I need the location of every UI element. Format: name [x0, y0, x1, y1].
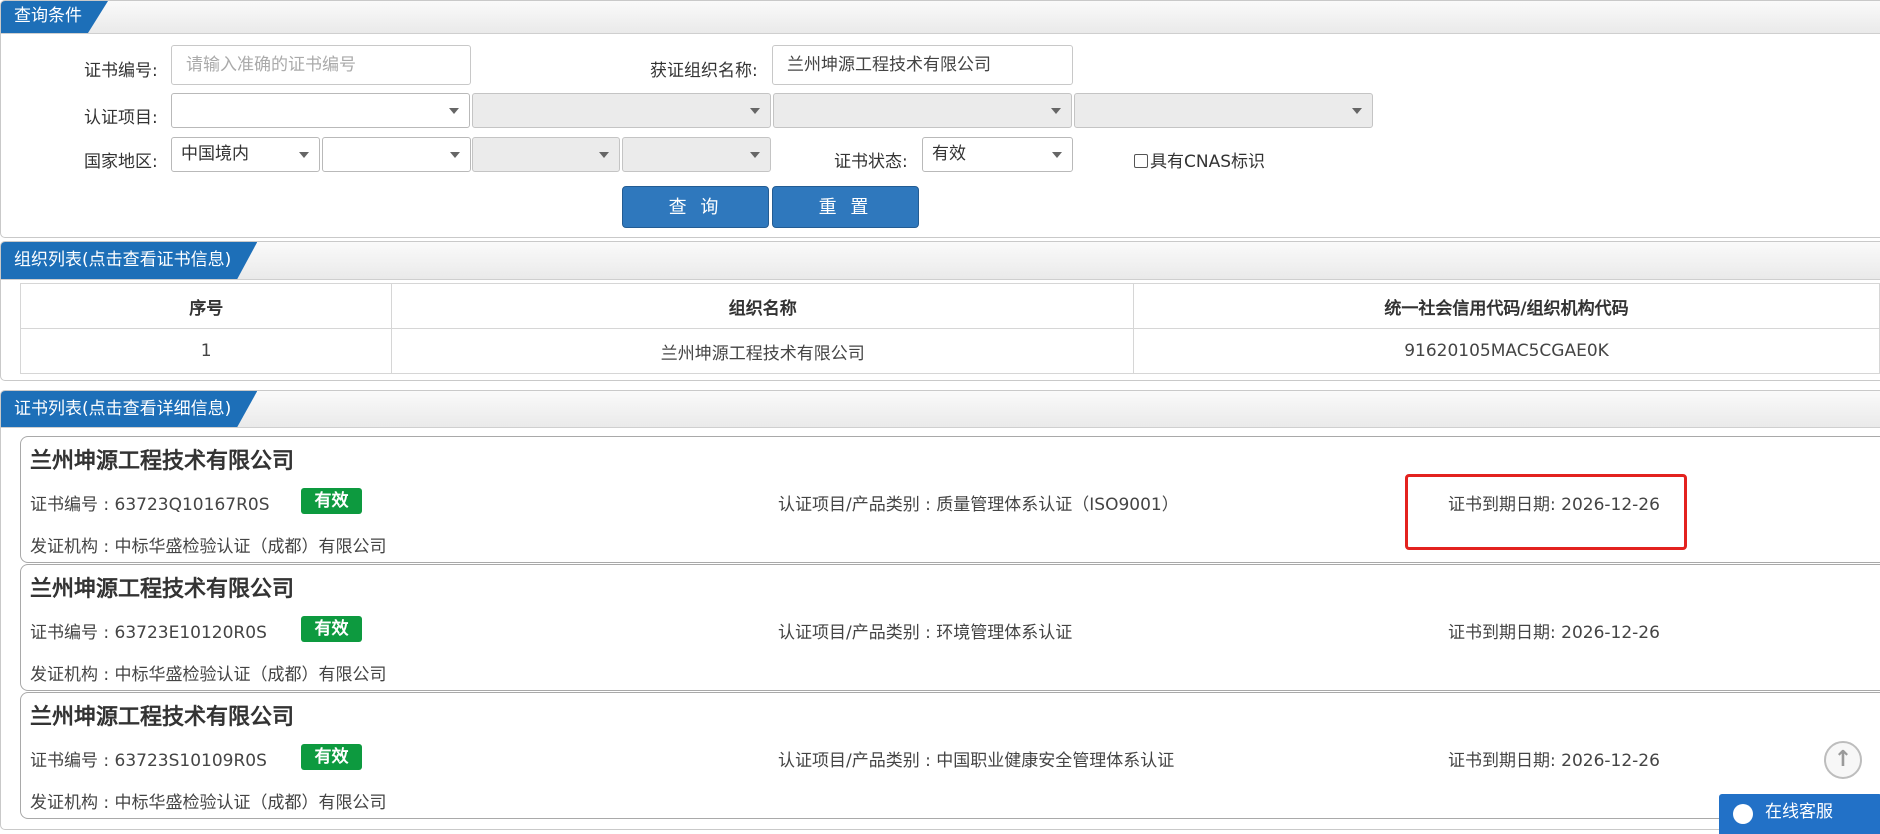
cert-item-label: 认证项目: — [84, 108, 158, 128]
cert-item-select-2[interactable] — [472, 93, 771, 128]
status-badge: 有效 — [301, 488, 362, 514]
row-index: 1 — [19, 328, 393, 374]
online-service-button[interactable]: 在线客服 — [1719, 794, 1880, 834]
checkbox-icon[interactable] — [1134, 154, 1148, 168]
cnas-checkbox-label: 具有CNAS标识 — [1150, 152, 1266, 172]
cert-number: 证书编号 : 63723S10109R0S — [30, 751, 267, 771]
cert-expiry: 证书到期日期: 2026-12-26 — [1448, 751, 1660, 771]
chat-icon — [1733, 804, 1753, 824]
cert-no-input[interactable]: 请输入准确的证书编号 — [171, 45, 471, 85]
status-badge: 有效 — [301, 744, 362, 770]
cert-expiry: 证书到期日期: 2026-12-26 — [1448, 623, 1660, 643]
cert-org-name: 兰州坤源工程技术有限公司 — [30, 577, 295, 602]
org-name-label: 获证组织名称: — [650, 61, 758, 81]
online-service-label: 在线客服 — [1765, 802, 1833, 822]
region-select-city[interactable] — [472, 137, 620, 172]
row-credit-code: 91620105MAC5CGAE0K — [1133, 328, 1880, 374]
org-table: 序号 组织名称 统一社会信用代码/组织机构代码 1 兰州坤源工程技术有限公司 9… — [19, 283, 1880, 374]
status-select[interactable]: 有效 — [922, 137, 1073, 172]
cert-issuer: 发证机构 : 中标华盛检验认证（成都）有限公司 — [30, 665, 387, 685]
cert-issuer: 发证机构 : 中标华盛检验认证（成都）有限公司 — [30, 793, 387, 813]
chevron-down-icon — [1352, 108, 1362, 114]
org-list-title: 组织列表(点击查看证书信息) — [1, 242, 257, 279]
cert-item: 认证项目/产品类别 : 质量管理体系认证（ISO9001） — [778, 495, 1179, 515]
cert-item: 认证项目/产品类别 : 环境管理体系认证 — [778, 623, 1073, 643]
column-header-org-name: 组织名称 — [391, 283, 1134, 329]
column-header-credit-code: 统一社会信用代码/组织机构代码 — [1133, 283, 1880, 329]
cert-org-name: 兰州坤源工程技术有限公司 — [30, 449, 295, 474]
chevron-down-icon — [750, 108, 760, 114]
cnas-checkbox[interactable]: 具有CNAS标识 — [1134, 147, 1265, 172]
reset-button[interactable]: 重 置 — [772, 186, 919, 228]
search-button[interactable]: 查 询 — [622, 186, 769, 228]
cert-card[interactable]: 兰州坤源工程技术有限公司 证书编号 : 63723E10120R0S 有效 认证… — [20, 564, 1880, 691]
cert-item-select-1[interactable] — [171, 93, 470, 128]
cert-item-select-3[interactable] — [773, 93, 1072, 128]
cert-item: 认证项目/产品类别 : 中国职业健康安全管理体系认证 — [778, 751, 1175, 771]
query-panel-header: 查询条件 — [1, 1, 1880, 34]
chevron-down-icon — [449, 108, 459, 114]
cert-list-header: 证书列表(点击查看详细信息) — [1, 391, 1880, 428]
chevron-down-icon — [1052, 152, 1062, 158]
query-panel-title: 查询条件 — [1, 1, 108, 33]
region-select-district[interactable] — [622, 137, 771, 172]
status-label: 证书状态: — [834, 152, 908, 172]
table-row[interactable]: 1 兰州坤源工程技术有限公司 91620105MAC5CGAE0K — [19, 328, 1880, 374]
status-select-value: 有效 — [932, 144, 966, 164]
org-table-header: 序号 组织名称 统一社会信用代码/组织机构代码 — [19, 283, 1880, 329]
cert-org-name: 兰州坤源工程技术有限公司 — [30, 705, 295, 730]
cert-no-label: 证书编号: — [84, 61, 158, 81]
org-list-header: 组织列表(点击查看证书信息) — [1, 242, 1880, 280]
status-badge: 有效 — [301, 616, 362, 642]
cert-list-title: 证书列表(点击查看详细信息) — [1, 391, 257, 427]
chevron-down-icon — [1051, 108, 1061, 114]
chevron-down-icon — [299, 152, 309, 158]
chevron-down-icon — [750, 152, 760, 158]
expiry-highlight-box — [1405, 474, 1687, 550]
cert-item-select-4[interactable] — [1074, 93, 1373, 128]
cert-number: 证书编号 : 63723E10120R0S — [30, 623, 267, 643]
cert-card[interactable]: 兰州坤源工程技术有限公司 证书编号 : 63723S10109R0S 有效 认证… — [20, 692, 1880, 819]
column-header-index: 序号 — [19, 283, 393, 329]
arrow-up-circle-icon: ↑ — [1833, 747, 1853, 772]
row-org-name[interactable]: 兰州坤源工程技术有限公司 — [391, 328, 1134, 374]
back-to-top-button[interactable]: ↑ — [1824, 741, 1862, 779]
region-select-province[interactable] — [322, 137, 471, 172]
org-name-input[interactable]: 兰州坤源工程技术有限公司 — [772, 45, 1073, 85]
region-select-value: 中国境内 — [181, 144, 249, 164]
region-label: 国家地区: — [84, 152, 158, 172]
chevron-down-icon — [450, 152, 460, 158]
cert-number: 证书编号 : 63723Q10167R0S — [30, 495, 270, 515]
region-select-country[interactable]: 中国境内 — [171, 137, 320, 172]
chevron-down-icon — [599, 152, 609, 158]
cert-issuer: 发证机构 : 中标华盛检验认证（成都）有限公司 — [30, 537, 387, 557]
